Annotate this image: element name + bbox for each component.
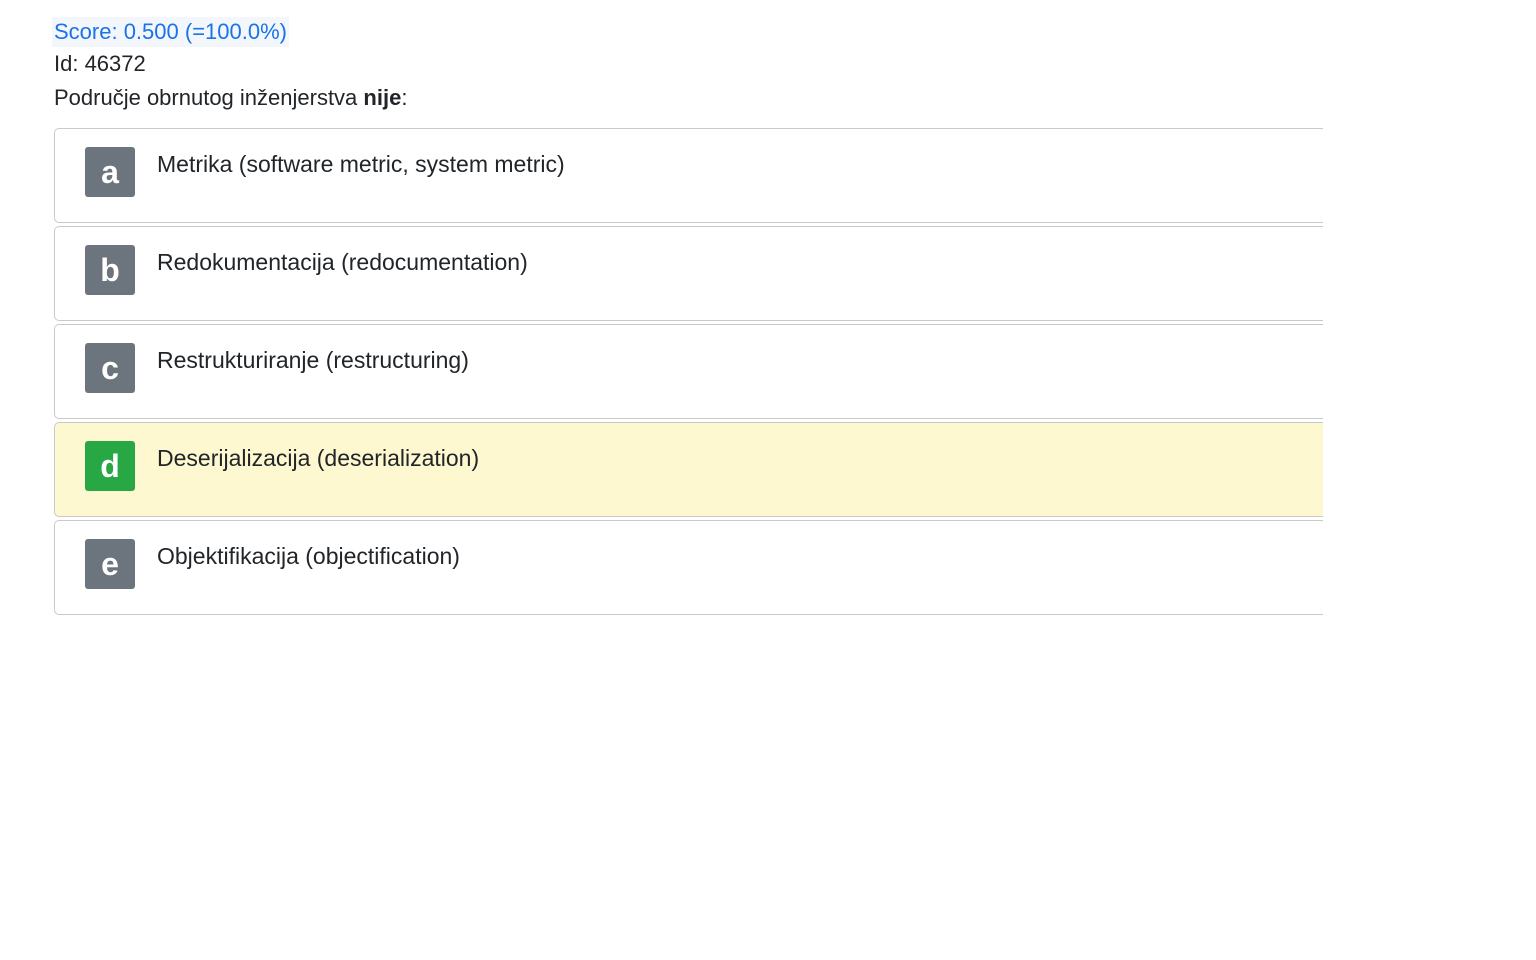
option-letter-badge: a (85, 147, 135, 197)
question-suffix: : (401, 85, 408, 110)
score-row: Score: 0.500 (=100.0%) (52, 17, 1323, 47)
option-letter-badge: b (85, 245, 135, 295)
option-text: Redokumentacija (redocumentation) (157, 249, 528, 275)
option-letter-badge: c (85, 343, 135, 393)
option-text: Metrika (software metric, system metric) (157, 151, 565, 177)
answer-option-c[interactable]: c Restrukturiranje (restructuring) (54, 324, 1323, 419)
answer-options: a Metrika (software metric, system metri… (54, 128, 1323, 615)
option-text: Restrukturiranje (restructuring) (157, 347, 469, 373)
option-text: Objektifikacija (objectification) (157, 543, 460, 569)
answer-option-b[interactable]: b Redokumentacija (redocumentation) (54, 226, 1323, 321)
quiz-container: Score: 0.500 (=100.0%) Id: 46372 Područj… (52, 17, 1323, 618)
answer-option-a[interactable]: a Metrika (software metric, system metri… (54, 128, 1323, 223)
question-emphasis: nije (363, 85, 402, 110)
option-text: Deserijalizacija (deserialization) (157, 445, 480, 471)
question-text: Područje obrnutog inženjerstva nije: (54, 81, 1323, 115)
option-letter-badge: d (85, 441, 135, 491)
answer-option-d[interactable]: d Deserijalizacija (deserialization) (54, 422, 1323, 517)
score-label: Score: 0.500 (=100.0%) (52, 17, 289, 47)
question-prefix: Područje obrnutog inženjerstva (54, 85, 364, 110)
question-id: Id: 46372 (54, 51, 146, 76)
answer-option-e[interactable]: e Objektifikacija (objectification) (54, 520, 1323, 615)
option-letter-badge: e (85, 539, 135, 589)
